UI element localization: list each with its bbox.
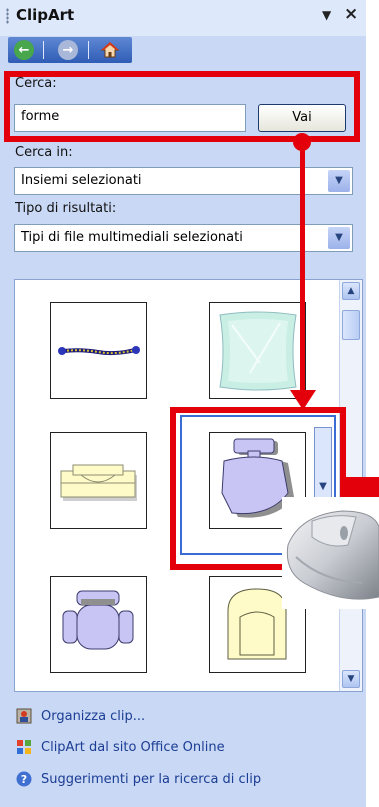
clip-thumbnail-cushion[interactable] [209,302,306,399]
clip-thumbnail-dotted-line[interactable] [50,302,147,399]
result-type-label: Tipo di risultati: [15,201,117,216]
scroll-up-icon[interactable]: ▲ [342,282,360,300]
grip-handle[interactable] [6,8,9,24]
svg-text:?: ? [21,773,27,786]
nav-toolbar: ← → [8,37,132,63]
clip-thumbnail-desk-yellow[interactable] [50,432,147,529]
search-in-value: Insiemi selezionati [21,173,142,188]
close-icon[interactable]: × [344,4,358,24]
organize-clips-icon [16,708,32,724]
task-organize-clips[interactable]: Organizza clip... [16,708,145,724]
annotation-arrow-origin [293,133,311,151]
result-type-value: Tipi di file multimediali selezionati [21,230,243,245]
pane-titlebar: ClipArt ▼ × [0,0,366,36]
triangle-down-icon[interactable]: ▼ [322,8,331,22]
nav-separator [88,41,89,59]
chevron-down-icon[interactable]: ▼ [328,170,350,192]
annotation-arrow-line [300,140,305,396]
nav-separator [43,41,44,59]
forward-arrow-icon[interactable]: → [58,40,78,60]
mouse-illustration [282,497,379,609]
task-office-online[interactable]: ClipArt dal sito Office Online [16,739,225,755]
task-label: Suggerimenti per la ricerca di clip [41,771,262,787]
home-icon[interactable] [100,40,120,60]
office-online-icon [16,739,32,755]
task-label: Organizza clip... [41,708,146,724]
annotation-highlight-search [4,71,360,142]
chevron-down-icon[interactable]: ▼ [328,227,350,249]
pane-title: ClipArt [16,6,75,24]
task-label: ClipArt dal sito Office Online [41,739,225,755]
clip-thumbnail-chair-blue[interactable] [50,576,147,673]
help-icon: ? [16,771,32,787]
back-arrow-icon[interactable]: ← [14,40,34,60]
search-in-label: Cerca in: [15,145,73,160]
scroll-down-icon[interactable]: ▼ [342,670,360,688]
scroll-thumb[interactable] [342,310,360,340]
task-search-tips[interactable]: ? Suggerimenti per la ricerca di clip [16,771,261,787]
